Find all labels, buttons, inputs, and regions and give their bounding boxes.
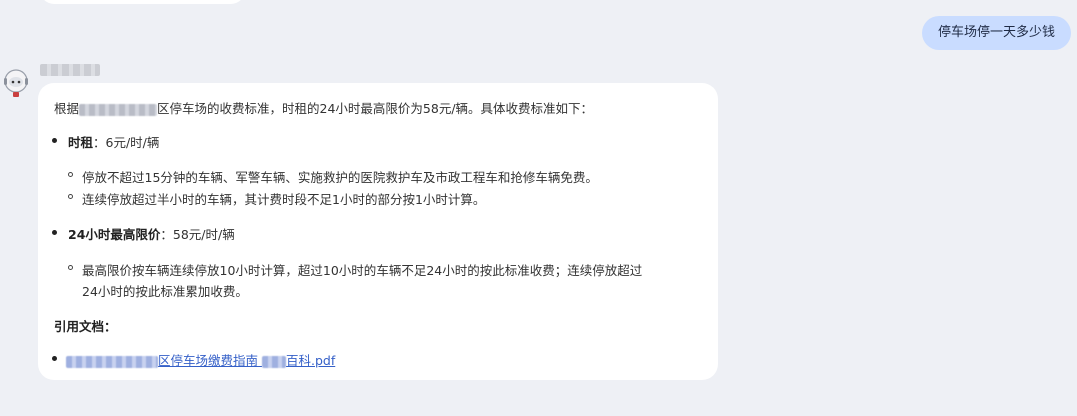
- bot-name-redacted: [40, 64, 100, 76]
- section-max-price: 24小时最高限价：58元/时/辆: [68, 224, 235, 243]
- list-item: 停放不超过15分钟的车辆、军警车辆、实施救护的医院救护车及市政工程车和抢修车辆免…: [82, 170, 598, 185]
- list-item: 连续停放超过半小时的车辆，其计费时段不足1小时的部分按1小时计算。: [82, 192, 486, 207]
- intro-suffix: 区停车场的收费标准，时租的24小时最高限价为58元/辆。具体收费标准如下：: [157, 101, 594, 116]
- sub-bullet-circle: [68, 265, 73, 270]
- sub-bullet-circle: [68, 172, 73, 177]
- answer-intro: 根据 区停车场的收费标准，时租的24小时最高限价为58元/辆。具体收费标准如下：: [54, 98, 593, 117]
- bot-avatar: [0, 66, 32, 98]
- user-message-bubble: 停车场停一天多少钱: [921, 16, 1071, 50]
- list-item: 最高限价按车辆连续停放10小时计算，超过10小时的车辆不足24小时的按此标准收费…: [82, 263, 643, 278]
- section-value: ：6元/时/辆: [93, 135, 160, 150]
- reference-document-link[interactable]: 区停车场缴费指南 百科.pdf: [66, 350, 335, 369]
- redacted-link-part: [66, 355, 158, 368]
- previous-message-bubble: [40, 0, 245, 4]
- list-item-continued: 24小时的按此标准累加收费。: [82, 284, 248, 299]
- redacted-location: [79, 103, 158, 116]
- link-text: 百科.pdf: [286, 353, 336, 368]
- references-title: 引用文档：: [54, 319, 117, 334]
- bullet-dot: [52, 230, 57, 235]
- section-value: ：58元/时/辆: [160, 227, 235, 242]
- section-title: 时租: [68, 135, 94, 150]
- intro-prefix: 根据: [54, 101, 80, 116]
- bullet-dot: [52, 356, 57, 361]
- section-hourly: 时租：6元/时/辆: [68, 132, 159, 151]
- sub-bullet-circle: [68, 194, 73, 199]
- redacted-link-part: [262, 355, 286, 368]
- robot-avatar-icon: [4, 69, 28, 97]
- section-title: 24小时最高限价: [68, 227, 161, 242]
- bullet-dot: [52, 138, 57, 143]
- link-text: 区停车场缴费指南: [158, 353, 259, 368]
- user-message-text: 停车场停一天多少钱: [937, 25, 1055, 40]
- answer-card: 根据 区停车场的收费标准，时租的24小时最高限价为58元/辆。具体收费标准如下： …: [38, 83, 718, 380]
